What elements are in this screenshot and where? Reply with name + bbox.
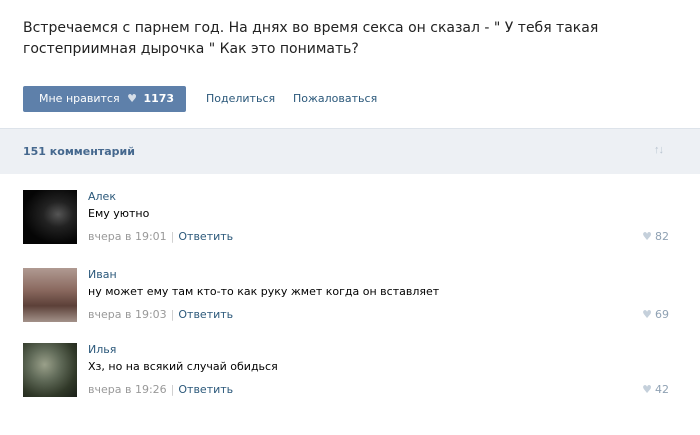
- separator: |: [170, 383, 175, 396]
- comment-item: Илья Хз, но на всякий случай обидься вче…: [23, 343, 683, 405]
- separator: |: [170, 308, 175, 321]
- comment-item: Иван ну может ему там кто-то как руку жм…: [23, 268, 683, 330]
- comment-time[interactable]: вчера в 19:01: [88, 230, 167, 243]
- comment-meta: вчера в 19:26 | Ответить: [88, 383, 233, 396]
- heart-icon: ♥: [642, 308, 652, 321]
- post-text: Встречаемся с парнем год. На днях во вре…: [23, 20, 599, 57]
- sort-icon[interactable]: ↑↓: [654, 144, 664, 156]
- comment-author[interactable]: Илья: [88, 343, 678, 357]
- comment-time[interactable]: вчера в 19:26: [88, 383, 167, 396]
- reply-link[interactable]: Ответить: [178, 383, 233, 396]
- comment-text: Хз, но на всякий случай обидься: [88, 360, 278, 373]
- heart-icon: ♥: [127, 92, 137, 105]
- share-link[interactable]: Поделиться: [206, 86, 275, 112]
- comment-text: ну может ему там кто-то как руку жмет ко…: [88, 285, 440, 298]
- comment-like-count: 69: [655, 308, 669, 321]
- post-actions: Мне нравится ♥ 1173 Поделиться Пожаловат…: [23, 86, 683, 112]
- avatar[interactable]: [23, 190, 77, 244]
- comment-body: Илья Хз, но на всякий случай обидься вче…: [88, 343, 678, 396]
- comments-count: 151 комментарий: [23, 145, 135, 158]
- separator: |: [170, 230, 175, 243]
- comments-header: 151 комментарий ↑↓: [0, 128, 700, 174]
- comment-like-count: 42: [655, 383, 669, 396]
- comment-text: Ему уютно: [88, 207, 150, 220]
- heart-icon: ♥: [642, 230, 652, 243]
- like-button[interactable]: Мне нравится ♥ 1173: [23, 86, 186, 112]
- comment-body: Иван ну может ему там кто-то как руку жм…: [88, 268, 678, 321]
- comment-author[interactable]: Алек: [88, 190, 678, 204]
- comment-like-button[interactable]: ♥ 42: [642, 383, 669, 396]
- reply-link[interactable]: Ответить: [178, 230, 233, 243]
- report-link[interactable]: Пожаловаться: [293, 86, 377, 112]
- comment-body: Алек Ему уютно вчера в 19:01 | Ответить: [88, 190, 678, 243]
- comment-like-count: 82: [655, 230, 669, 243]
- comment-like-button[interactable]: ♥ 69: [642, 308, 669, 321]
- avatar[interactable]: [23, 343, 77, 397]
- comment-time[interactable]: вчера в 19:03: [88, 308, 167, 321]
- comment-item: Алек Ему уютно вчера в 19:01 | Ответить ♥ 8…: [23, 190, 683, 252]
- comment-meta: вчера в 19:01 | Ответить: [88, 230, 233, 243]
- avatar[interactable]: [23, 268, 77, 322]
- comment-meta: вчера в 19:03 | Ответить: [88, 308, 233, 321]
- heart-icon: ♥: [642, 383, 652, 396]
- reply-link[interactable]: Ответить: [178, 308, 233, 321]
- comment-author[interactable]: Иван: [88, 268, 678, 282]
- like-label: Мне нравится: [39, 92, 120, 105]
- like-count: 1173: [143, 92, 175, 105]
- comment-like-button[interactable]: ♥ 82: [642, 230, 669, 243]
